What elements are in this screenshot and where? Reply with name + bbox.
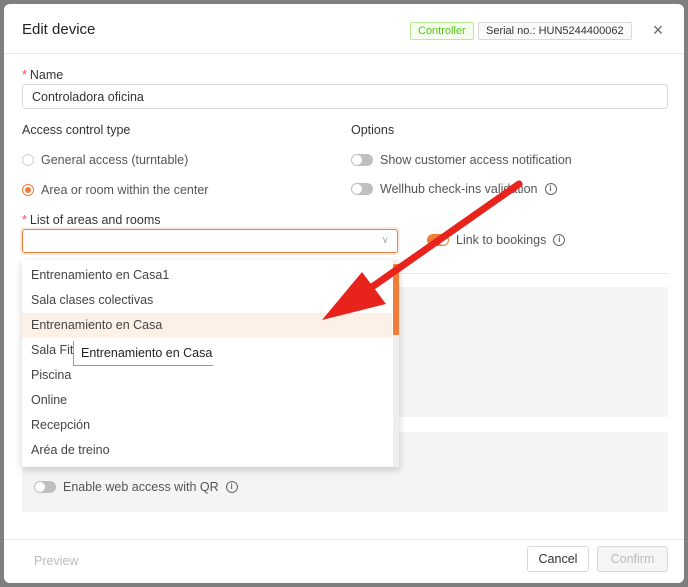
annotation-arrow-icon xyxy=(322,180,523,320)
arrow-shaft xyxy=(368,180,523,291)
arrow-head xyxy=(322,272,386,320)
